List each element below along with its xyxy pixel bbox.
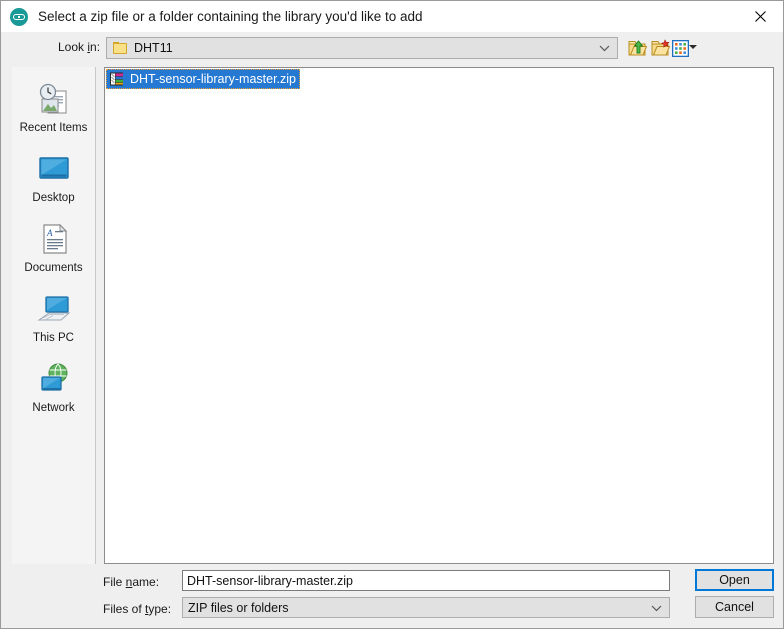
chevron-down-icon [599,45,610,52]
file-chooser-dialog: Select a zip file or a folder containing… [0,0,784,629]
file-name-input[interactable] [182,570,670,591]
close-icon [755,11,766,22]
folder-icon [113,42,127,54]
zip-archive-icon [109,71,125,87]
sidebar-item-documents[interactable]: A Documents [12,219,95,274]
triangle-down-icon[interactable] [689,45,697,49]
look-in-value: DHT11 [134,41,173,55]
list-item-label: DHT-sensor-library-master.zip [130,72,297,86]
sidebar-item-label: Documents [24,262,83,274]
chevron-down-icon [651,605,662,612]
up-one-level-button[interactable] [626,37,648,59]
arduino-logo-icon [10,7,28,26]
sidebar-item-desktop[interactable]: Desktop [12,149,95,204]
up-one-level-icon [628,40,647,56]
documents-icon: A [34,219,74,259]
sidebar-item-label: Desktop [32,192,75,204]
sidebar-item-recent-items[interactable]: Recent Items [12,79,95,134]
sidebar-item-label: Recent Items [19,122,88,134]
close-button[interactable] [738,1,783,32]
files-of-type-value: ZIP files or folders [188,600,289,615]
svg-text:A: A [46,228,53,238]
sidebar-item-network[interactable]: Network [12,359,95,414]
sidebar-item-label: This PC [33,332,74,344]
look-in-row: Look in: DHT11 [1,37,783,59]
file-list-panel[interactable]: DHT-sensor-library-master.zip [104,67,774,564]
open-button[interactable]: Open [695,569,774,591]
title-bar: Select a zip file or a folder containing… [1,1,783,32]
file-name-label: File name: [103,575,160,589]
recent-items-icon [34,79,74,119]
new-folder-icon [651,39,670,56]
sidebar-item-this-pc[interactable]: This PC [12,289,95,344]
dialog-title: Select a zip file or a folder containing… [38,9,423,24]
files-of-type-label: Files of type: [103,602,172,616]
list-item[interactable]: DHT-sensor-library-master.zip [106,69,300,89]
cancel-button[interactable]: Cancel [695,596,774,618]
create-new-folder-button[interactable] [649,37,671,59]
look-in-combobox[interactable]: DHT11 [106,37,618,59]
files-of-type-combobox[interactable]: ZIP files or folders [182,597,670,618]
view-list-icon [671,39,689,57]
places-sidebar: Recent Items Desktop A Documents This PC… [12,67,96,564]
sidebar-item-label: Network [32,402,75,414]
this-pc-icon [34,289,74,329]
view-menu-button[interactable] [671,37,689,59]
look-in-label: Look in: [58,40,101,54]
network-icon [34,359,74,399]
desktop-icon [34,149,74,189]
